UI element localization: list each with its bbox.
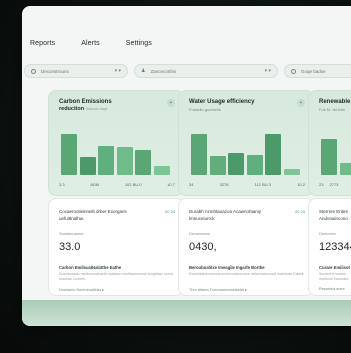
person-icon: ♟: [141, 68, 146, 74]
value-label: Dentorion: [319, 231, 337, 236]
card-description: Cocaernotivinnelit drber Exorgans uefui8…: [59, 209, 127, 221]
filter-label: Deconstrouns: [41, 68, 69, 74]
value-label: Sustainuamor: [59, 231, 84, 236]
arrow-right-icon: ▸: [244, 288, 247, 292]
filter-label: Zancecorthis: [150, 68, 177, 74]
chart-bar: [265, 134, 281, 175]
filter-dropdown-1[interactable]: Deconstrouns ▾ ▾: [24, 64, 128, 78]
chart-bar: [209, 155, 226, 175]
top-nav: Reports Alerts Settings: [30, 40, 178, 47]
chart-bar: [98, 146, 114, 175]
chart-bar: [321, 139, 337, 175]
filter-label: Goqe badse: [301, 68, 326, 74]
chart-bar: [116, 147, 133, 175]
metric-value: 33.0: [59, 241, 81, 253]
axis-labels: 34 3278 112 BU.3 10.2: [189, 182, 305, 187]
card-description: Sterrsre Entire Andonaincono: [319, 209, 349, 221]
metric-card-water[interactable]: Water Usage efficiency Frutadin gueteell…: [178, 90, 314, 196]
axis-label: 10.7: [167, 182, 175, 187]
filter-circle-icon: [291, 68, 296, 74]
note-text: Esrtukisatolumeeuls meelxrunsheusine dei…: [189, 272, 305, 276]
details-link[interactable]: Thre dlisteo Duocoanecraetaidat ▸: [189, 287, 247, 292]
chart-bar: [153, 166, 170, 175]
card-title: Water Usage efficiency: [189, 99, 255, 105]
note-title: Curare Emilisot: [319, 265, 350, 270]
chart-bar: [191, 134, 207, 175]
metric-card-renewable[interactable]: Renewable FcIt M. dd.fcIin 23 2773: [308, 90, 351, 196]
more-icon[interactable]: +: [167, 99, 175, 107]
note-title: Carbon EmilsualNalatthe Eathe: [59, 265, 122, 270]
axis-labels: 3.3 ADM 102 BU.0 10.7: [59, 182, 175, 187]
chart-bar: [228, 153, 244, 175]
axis-label: 102 BU.0: [124, 182, 142, 187]
filter-dropdown-2[interactable]: ♟ Zancecorthis ▾ ▾: [134, 64, 278, 78]
chevron-down-icon: ▾ ▾: [264, 68, 271, 74]
note-text: Surobre msotalm realhumt Eaunutoc: [319, 272, 349, 281]
metric-value: 123344: [319, 241, 351, 253]
detail-card-water[interactable]: Durabh nzmhtaoazoa Acawnohtaniy lmnuceiu…: [178, 198, 314, 296]
axis-label: 3.3: [59, 182, 65, 187]
axis-label: 112 BU.3: [254, 182, 272, 187]
chart-bar: [79, 157, 96, 175]
metric-card-carbon[interactable]: Carbon Emissions reduction Salvnos Vage …: [48, 90, 184, 196]
nav-reports[interactable]: Reports: [30, 40, 55, 47]
chart-bar: [246, 154, 263, 175]
filter-dropdown-3[interactable]: Goqe badse: [284, 64, 351, 78]
filter-bar: Deconstrouns ▾ ▾ ♟ Zancecorthis ▾ ▾ Goqe…: [24, 64, 351, 78]
axis-label: 3278: [219, 182, 229, 187]
nav-alerts[interactable]: Alerts: [81, 40, 100, 47]
value-label: Devsnsame: [189, 231, 211, 236]
axis-label: 34: [189, 182, 194, 187]
detail-card-carbon[interactable]: Cocaernotivinnelit drber Exorgans uefui8…: [48, 198, 184, 296]
card-title: Carbon Emissions: [59, 99, 112, 105]
bar-chart: [61, 111, 171, 175]
more-icon[interactable]: +: [297, 99, 305, 107]
change-percent: 20 24: [294, 209, 305, 214]
axis-labels: 23 2773: [319, 182, 351, 187]
detail-card-renewable[interactable]: Sterrsre Entire Andonaincono Dentorion 1…: [308, 198, 351, 296]
chart-bar: [283, 169, 300, 175]
details-link[interactable]: Droslarrio Surenenallidar ▸: [59, 287, 104, 292]
filter-circle-icon: [31, 68, 36, 74]
chart-bar: [61, 134, 77, 175]
chevron-down-icon: ▾ ▾: [114, 68, 121, 74]
axis-label: 2773: [329, 182, 339, 187]
axis-label: 23: [319, 182, 324, 187]
change-percent: 20 34: [164, 209, 175, 214]
chart-bar: [135, 149, 151, 175]
axis-label: ADM: [90, 182, 100, 187]
chart-bar: [339, 163, 351, 175]
card-description: Durabh nzmhtaoazoa Acawnohtaniy lmnuceiu…: [189, 209, 262, 221]
arrow-right-icon: ▸: [102, 288, 104, 292]
metric-value: 0430,: [189, 241, 217, 253]
bar-chart: [191, 111, 301, 175]
details-link[interactable]: Repurlnia anire: [319, 287, 345, 291]
axis-label: 10.2: [297, 182, 305, 187]
bar-chart: [321, 111, 351, 175]
window-base: [22, 300, 351, 326]
note-title: Beroubnahlxe Imeagile Ingarfe Borthe: [189, 265, 265, 270]
card-title: Renewable: [319, 99, 351, 105]
note-text: Enambusado medianmatlosidh realisom medl…: [59, 272, 173, 281]
nav-settings[interactable]: Settings: [126, 40, 152, 47]
